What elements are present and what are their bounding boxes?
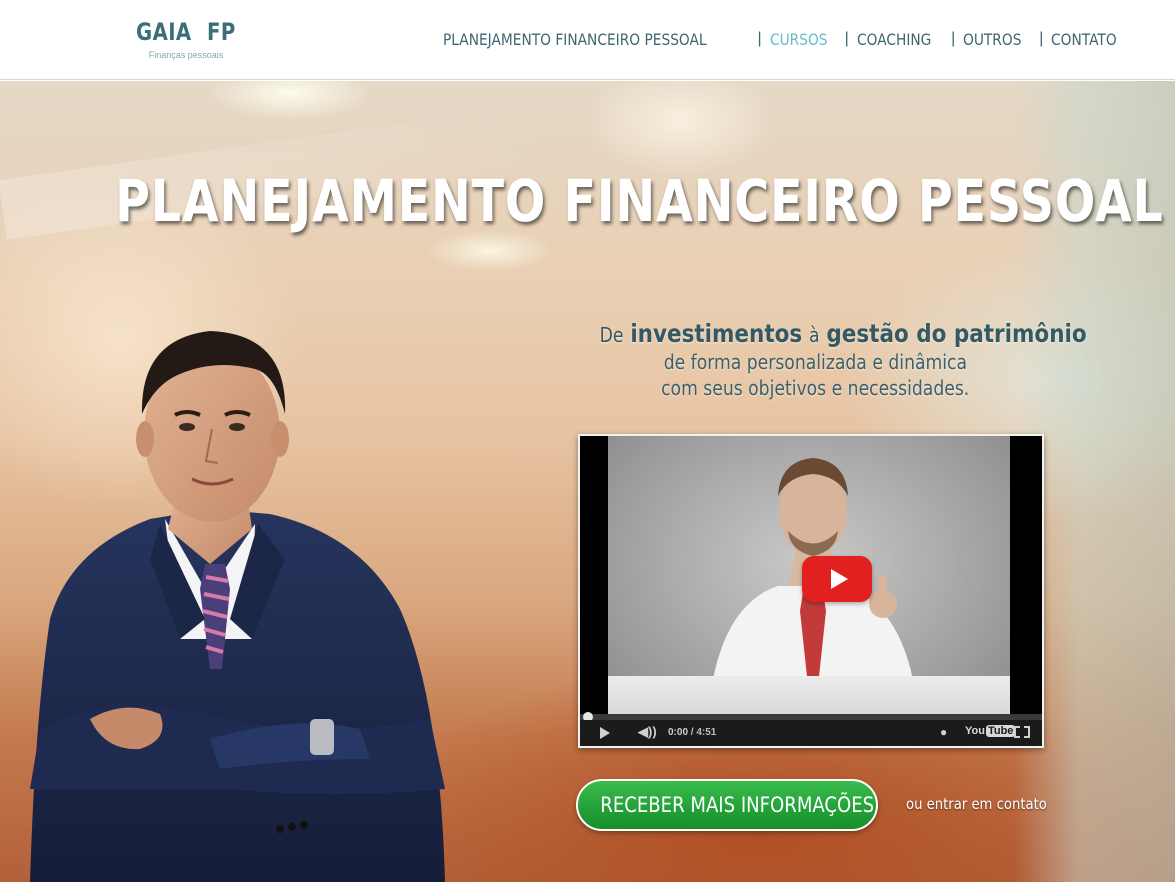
nav-separator: |	[951, 30, 956, 47]
receive-info-button[interactable]: RECEBER MAIS INFORMAÇÕES	[576, 779, 878, 831]
nav-item-outros[interactable]: OUTROS	[963, 30, 1021, 49]
youtube-video-player[interactable]: ◀)) 0:00 / 4:51 ● You Tube	[578, 434, 1044, 748]
businessman-photo	[30, 331, 445, 882]
hero-title: PLANEJAMENTO FINANCEIRO PESSOAL	[115, 167, 1164, 235]
hero-tagline: De investimentos à gestão do patrimônio …	[560, 319, 1087, 400]
video-table	[608, 676, 1010, 714]
video-controls: ◀)) 0:00 / 4:51 ● You Tube	[580, 720, 1042, 746]
nav-item-contato[interactable]: CONTATO	[1051, 30, 1117, 49]
contact-link[interactable]: ou entrar em contato	[906, 795, 1047, 813]
nav-item-cursos[interactable]: CURSOS	[770, 30, 828, 49]
main-nav: PLANEJAMENTO FINANCEIRO PESSOAL | CURSOS…	[443, 28, 1128, 50]
logo-title[interactable]: GAIA FP	[136, 18, 235, 46]
nav-item-coaching[interactable]: COACHING	[857, 30, 931, 49]
youtube-logo[interactable]: You Tube	[965, 725, 1016, 737]
fullscreen-icon[interactable]	[1014, 726, 1030, 738]
logo-subtitle: Finanças pessoais	[148, 50, 224, 60]
video-thumbnail[interactable]	[608, 436, 1010, 714]
site-header: GAIA FP Finanças pessoais PLANEJAMENTO F…	[0, 0, 1175, 80]
volume-icon[interactable]: ◀))	[638, 724, 657, 740]
tagline-line3: com seus objetivos e necessidades.	[660, 376, 970, 400]
logo[interactable]: GAIA FP Finanças pessoais	[136, 18, 236, 60]
tagline-line2: de forma personalizada e dinâmica	[663, 350, 967, 374]
video-play-button[interactable]	[802, 556, 872, 602]
play-icon[interactable]	[600, 727, 610, 739]
nav-separator: |	[757, 30, 762, 47]
nav-item-planejamento[interactable]: PLANEJAMENTO FINANCEIRO PESSOAL	[443, 30, 707, 49]
tagline-line1: De investimentos à gestão do patrimônio	[599, 319, 1087, 348]
nav-separator: |	[844, 30, 849, 47]
video-time: 0:00 / 4:51	[668, 727, 717, 738]
nav-separator: |	[1039, 30, 1044, 47]
watch-later-icon[interactable]: ●	[940, 725, 947, 739]
hero-section: PLANEJAMENTO FINANCEIRO PESSOAL De inves…	[0, 81, 1175, 882]
